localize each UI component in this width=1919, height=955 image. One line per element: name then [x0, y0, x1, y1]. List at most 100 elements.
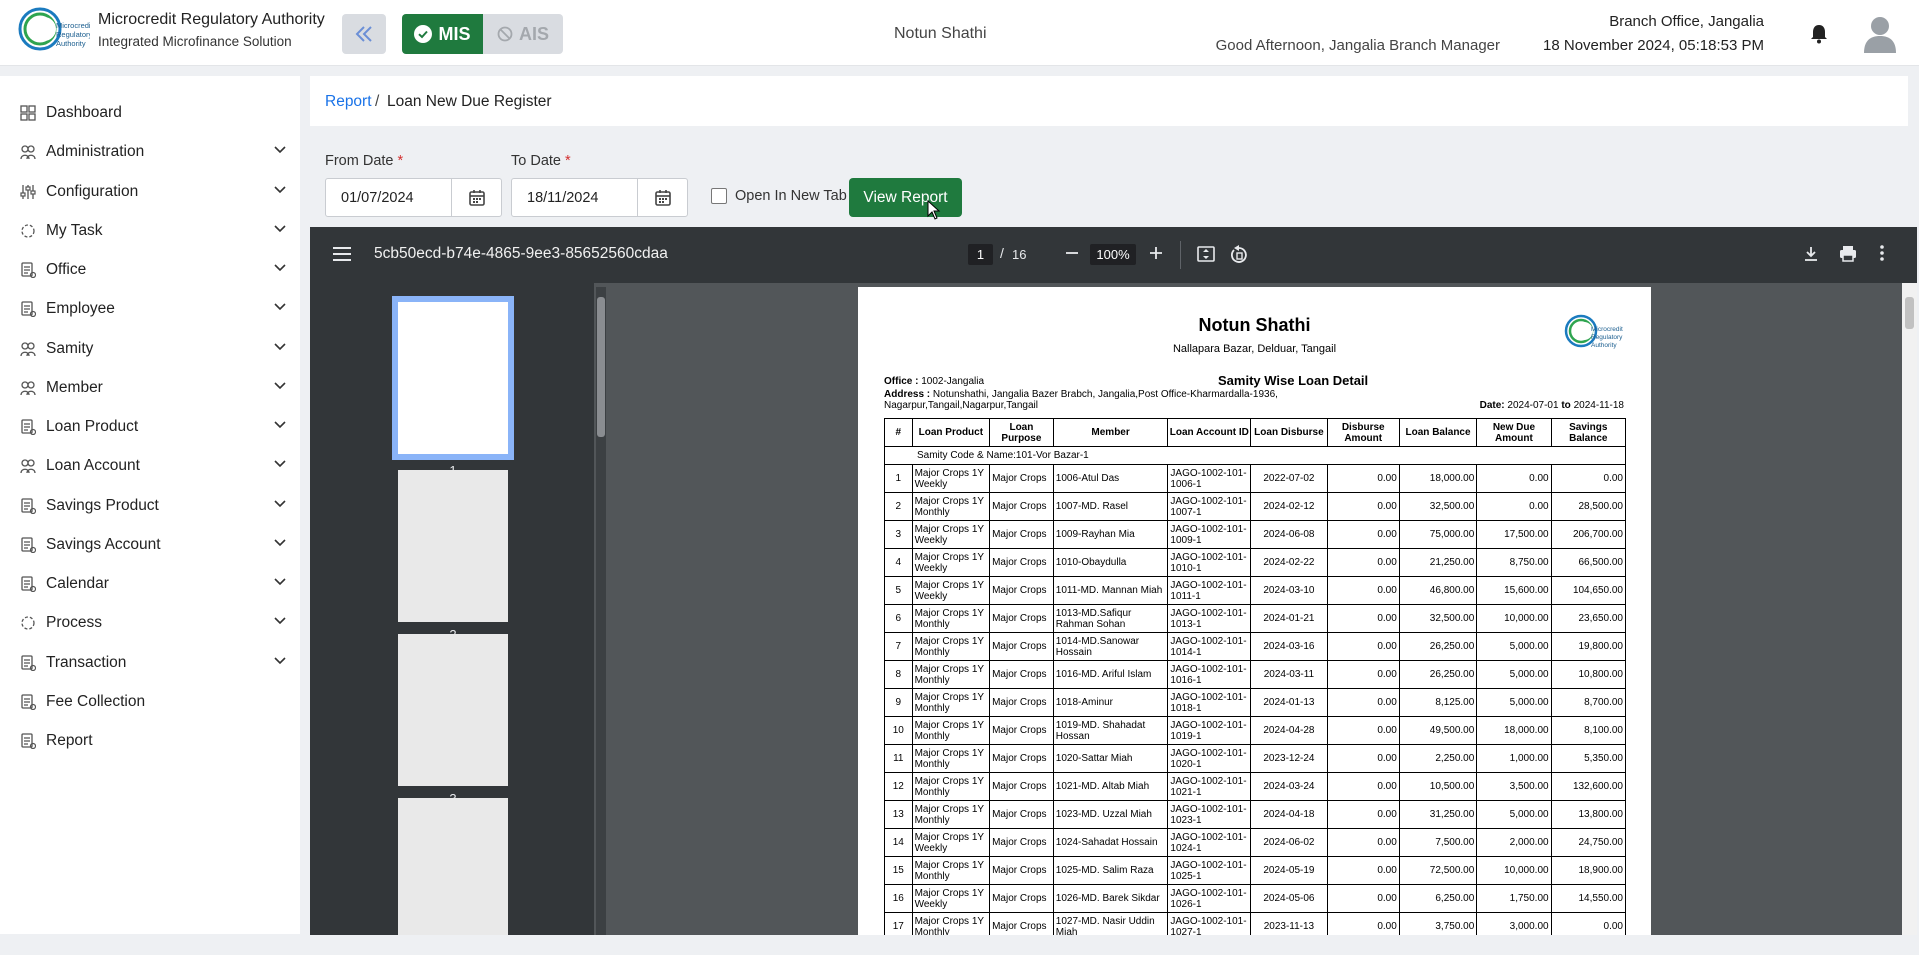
svg-text:Microcredit: Microcredit	[1591, 326, 1623, 333]
breadcrumb-separator: /	[375, 93, 380, 110]
table-cell: Major Crops	[989, 632, 1054, 661]
table-cell: Major Crops	[989, 492, 1054, 521]
document-scrollbar[interactable]	[1902, 283, 1917, 935]
table-row: 16 Major Crops 1Y Weekly Major Crops 1026-M…	[884, 884, 1627, 913]
sidebar-item-dashboard[interactable]: Dashboard	[0, 93, 300, 133]
table-cell: 0.00	[1326, 660, 1400, 689]
fit-to-page-icon[interactable]	[1197, 245, 1215, 263]
mode-switch: MIS AIS	[402, 14, 563, 54]
table-cell: 18,900.00	[1550, 856, 1627, 885]
thumbnail-scrollbar[interactable]	[596, 287, 606, 935]
table-cell: Major Crops	[989, 716, 1054, 745]
table-cell: Major Crops 1Y Weekly	[911, 464, 991, 493]
mis-mode-button[interactable]: MIS	[402, 14, 483, 54]
sidebar-item-label: Savings Product	[46, 496, 159, 514]
table-cell: 1014-MD.Sanowar Hossain	[1052, 632, 1169, 661]
user-avatar-icon[interactable]	[1862, 15, 1898, 53]
rotate-icon[interactable]	[1230, 244, 1248, 264]
table-cell: 8	[884, 660, 913, 689]
thumbnail-page-4[interactable]	[398, 798, 508, 935]
table-cell: Major Crops 1Y Monthly	[911, 604, 991, 633]
sidebar-item-samity[interactable]: Samity	[0, 329, 300, 369]
thumbnail-page-3[interactable]	[398, 634, 508, 786]
table-cell: 2024-05-06	[1250, 884, 1328, 913]
table-cell: 0.00	[1326, 856, 1400, 885]
zoom-in-icon[interactable]	[1149, 246, 1163, 260]
download-icon[interactable]	[1804, 246, 1818, 262]
sidebar-item-office[interactable]: Office	[0, 250, 300, 290]
sidebar-item-calendar[interactable]: Calendar	[0, 564, 300, 604]
table-cell: JAGO-1002-101-1009-1	[1167, 520, 1252, 549]
table-cell: 0.00	[1326, 744, 1400, 773]
table-cell: 1016-MD. Ariful Islam	[1052, 660, 1169, 689]
sidebar-item-savings-account[interactable]: Savings Account	[0, 525, 300, 565]
double-chevron-left-icon	[355, 26, 372, 42]
thumbnail-page-2[interactable]	[398, 470, 508, 622]
from-date-picker-button[interactable]	[452, 179, 501, 216]
to-date-field[interactable]: 18/11/2024	[511, 178, 688, 217]
table-row: 14 Major Crops 1Y Weekly Major Crops 1024-S…	[884, 828, 1627, 857]
breadcrumb-report-link[interactable]: Report	[325, 93, 372, 111]
table-cell: 5,350.00	[1550, 744, 1627, 773]
open-in-new-tab-option[interactable]: Open In New Tab	[711, 188, 847, 204]
open-in-new-tab-checkbox[interactable]	[711, 188, 727, 204]
zoom-level-input[interactable]: 100%	[1090, 244, 1136, 265]
sidebar-item-transaction[interactable]: Transaction	[0, 643, 300, 683]
sidebar-item-label: Loan Account	[46, 457, 140, 475]
notification-bell-icon[interactable]	[1810, 24, 1828, 44]
sidebar-item-employee[interactable]: Employee	[0, 289, 300, 329]
table-cell: Major Crops	[989, 772, 1054, 801]
employee-icon	[21, 301, 36, 318]
table-cell: 26,250.00	[1398, 632, 1478, 661]
column-header: Loan Disburse	[1250, 418, 1328, 447]
table-cell: 1025-MD. Salim Raza	[1052, 856, 1169, 885]
sidebar-item-my-task[interactable]: My Task	[0, 211, 300, 251]
sidebar-item-fee-collection[interactable]: Fee Collection	[0, 682, 300, 722]
table-cell: 2,000.00	[1476, 828, 1552, 857]
report-icon	[21, 733, 36, 749]
sidebar-item-configuration[interactable]: Configuration	[0, 172, 300, 212]
sidebar-item-administration[interactable]: Administration	[0, 132, 300, 172]
sidebar-item-loan-account[interactable]: Loan Account	[0, 446, 300, 486]
table-cell: 21,250.00	[1398, 548, 1478, 577]
sidebar-item-report[interactable]: Report	[0, 721, 300, 761]
table-cell: 8,750.00	[1476, 548, 1552, 577]
sidebar-item-process[interactable]: Process	[0, 603, 300, 643]
sidebar-item-savings-product[interactable]: Savings Product	[0, 486, 300, 526]
table-cell: 31,250.00	[1398, 800, 1478, 829]
samity-label: Samity Code & Name:101-Vor Bazar-1	[884, 446, 1626, 465]
calendar-icon	[21, 576, 36, 592]
chevron-down-icon	[274, 656, 286, 664]
branch-name: Branch Office, Jangalia	[1609, 13, 1764, 30]
ais-mode-button[interactable]: AIS	[483, 14, 563, 54]
table-cell: 0.00	[1550, 464, 1627, 493]
table-row: 7 Major Crops 1Y Monthly Major Crops 1014-M…	[884, 632, 1627, 661]
to-date-input[interactable]: 18/11/2024	[512, 179, 638, 216]
sidebar-item-loan-product[interactable]: Loan Product	[0, 407, 300, 447]
table-cell: 2	[884, 492, 913, 521]
table-row: 8 Major Crops 1Y Monthly Major Crops 1016-M…	[884, 660, 1627, 689]
table-cell: 49,500.00	[1398, 716, 1478, 745]
to-date-picker-button[interactable]	[638, 179, 687, 216]
table-cell: 18,000.00	[1476, 716, 1552, 745]
table-cell: 104,650.00	[1550, 576, 1627, 605]
hamburger-menu-icon[interactable]	[333, 247, 351, 261]
thumbnail-page-1[interactable]	[392, 296, 514, 460]
collapse-sidebar-button[interactable]	[342, 14, 386, 54]
chevron-down-icon	[274, 421, 286, 429]
table-cell: 1011-MD. Mannan Miah	[1052, 576, 1169, 605]
process-icon	[21, 616, 35, 630]
sidebar-item-member[interactable]: Member	[0, 368, 300, 408]
more-options-icon[interactable]	[1880, 245, 1884, 261]
table-cell: 0.00	[1326, 492, 1400, 521]
thumbnail-panel: 1 2 3	[310, 283, 594, 935]
page-number-input[interactable]: 1	[968, 244, 993, 265]
print-icon[interactable]	[1839, 245, 1857, 262]
table-cell: 2024-03-11	[1250, 660, 1328, 689]
view-report-button[interactable]: View Report	[849, 178, 962, 217]
from-date-input[interactable]: 01/07/2024	[326, 179, 452, 216]
table-cell: 1021-MD. Altab Miah	[1052, 772, 1169, 801]
savings-product-icon	[21, 497, 36, 514]
from-date-field[interactable]: 01/07/2024	[325, 178, 502, 217]
zoom-out-icon[interactable]	[1065, 246, 1079, 260]
